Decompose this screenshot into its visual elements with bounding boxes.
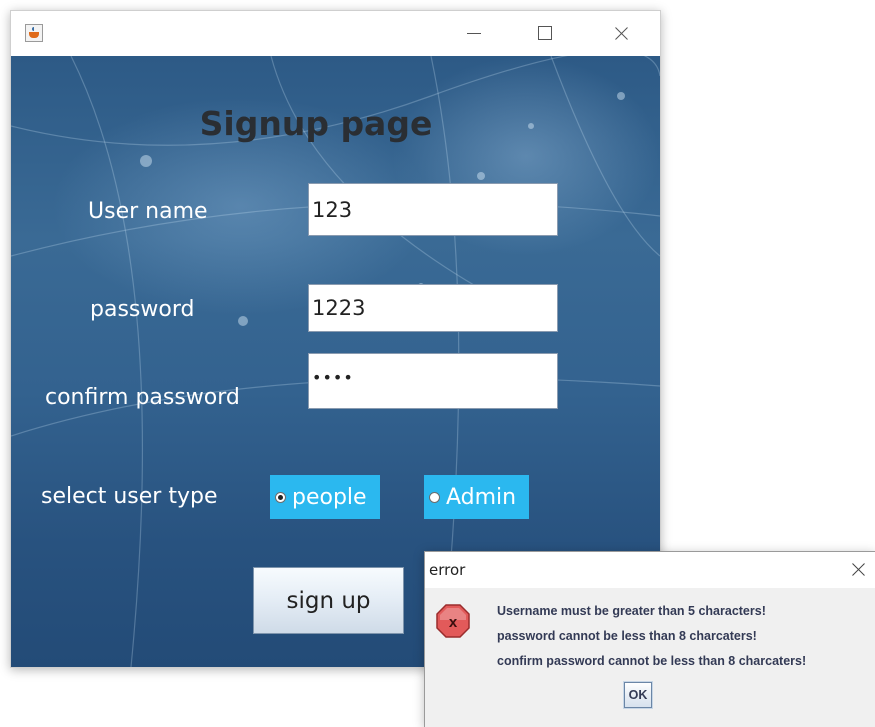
error-dialog: error x Username must be greater than 5 … (424, 551, 875, 727)
radio-selected-icon (275, 491, 286, 503)
ok-button[interactable]: OK (623, 681, 653, 709)
confirm-password-label: confirm password (45, 385, 240, 410)
radio-people[interactable]: people (270, 475, 380, 519)
user-type-label: select user type (41, 484, 218, 509)
dialog-titlebar[interactable]: error (425, 552, 875, 588)
error-x-icon: x (436, 604, 470, 638)
dialog-title: error (429, 561, 466, 579)
password-label: password (90, 297, 195, 322)
radio-admin-label: Admin (446, 484, 517, 510)
svg-text:x: x (449, 614, 458, 631)
confirm-password-input[interactable]: •••• (308, 353, 558, 409)
error-message: password cannot be less than 8 charcater… (497, 629, 757, 643)
java-cup-icon (25, 24, 43, 42)
error-message: Username must be greater than 5 characte… (497, 604, 766, 618)
page-title: Signup page (199, 104, 433, 143)
radio-people-label: people (292, 484, 367, 510)
close-icon[interactable] (837, 552, 875, 588)
username-input[interactable]: 123 (308, 183, 558, 236)
password-input[interactable]: 1223 (308, 284, 558, 332)
close-icon[interactable] (599, 11, 645, 55)
minimize-icon[interactable] (451, 11, 497, 55)
radio-unselected-icon (429, 491, 440, 503)
radio-admin[interactable]: Admin (424, 475, 529, 519)
signup-button[interactable]: sign up (253, 567, 404, 634)
window-titlebar[interactable] (11, 11, 660, 55)
maximize-icon[interactable] (521, 11, 567, 55)
error-message: confirm password cannot be less than 8 c… (497, 654, 807, 668)
username-label: User name (88, 199, 208, 224)
